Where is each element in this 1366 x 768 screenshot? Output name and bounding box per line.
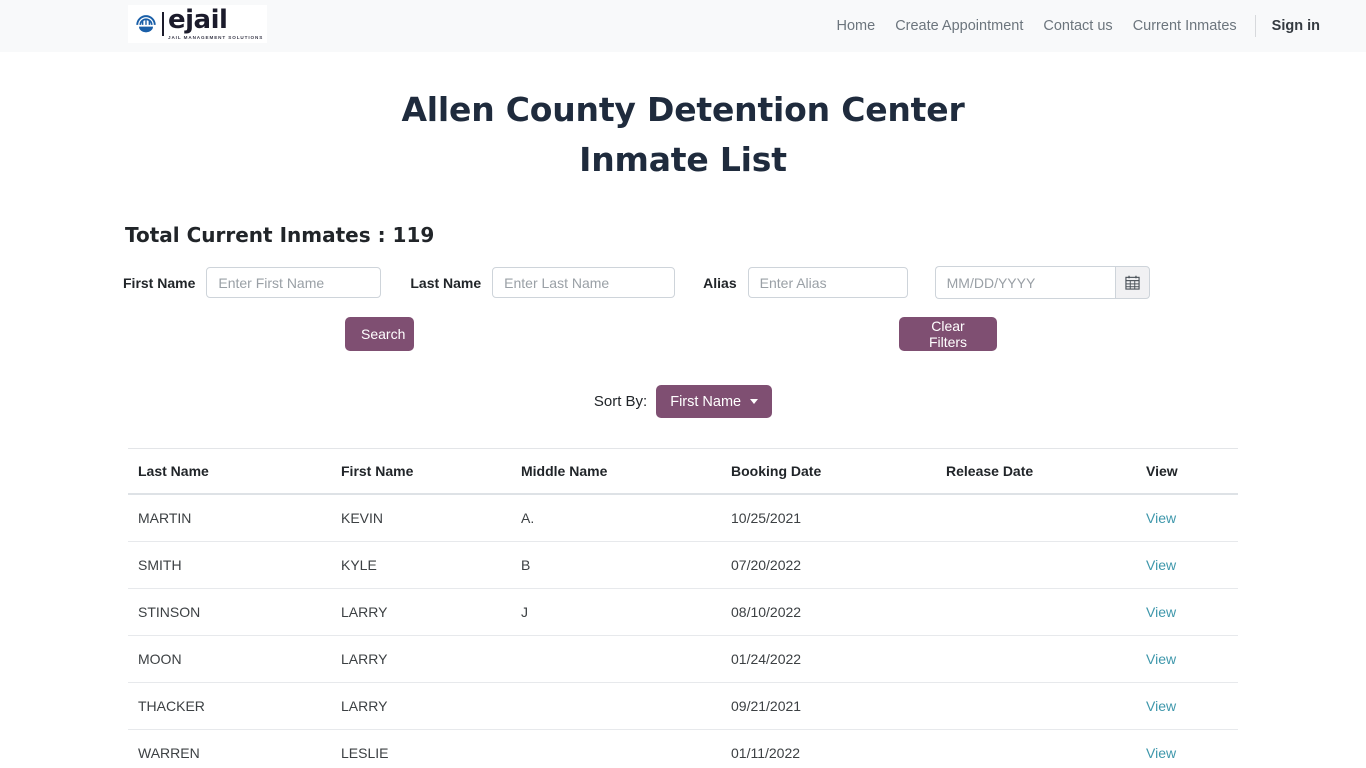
table-header-row: Last Name First Name Middle Name Booking… bbox=[128, 448, 1238, 495]
inmate-table-wrap: Last Name First Name Middle Name Booking… bbox=[128, 448, 1238, 768]
cell-release-date bbox=[938, 588, 1138, 636]
brand-tagline: JAIL MANAGEMENT SOLUTIONS bbox=[168, 35, 264, 40]
column-header-view: View bbox=[1138, 448, 1238, 495]
cell-middle-name: A. bbox=[513, 494, 723, 542]
last-name-label: Last Name bbox=[410, 274, 482, 291]
calendar-picker-button[interactable] bbox=[1114, 266, 1150, 299]
page-title-line-2: Inmate List bbox=[579, 140, 787, 179]
column-header-first-name: First Name bbox=[333, 448, 513, 495]
column-header-booking-date: Booking Date bbox=[723, 448, 938, 495]
cell-view: View bbox=[1138, 682, 1238, 730]
sort-by-selected-value: First Name bbox=[670, 393, 742, 410]
cell-first-name: LESLIE bbox=[333, 729, 513, 768]
cell-middle-name bbox=[513, 635, 723, 683]
view-link[interactable]: View bbox=[1146, 604, 1176, 620]
column-header-middle-name: Middle Name bbox=[513, 448, 723, 495]
page-title: Allen County Detention Center Inmate Lis… bbox=[0, 85, 1366, 185]
inmate-table-body: MARTIN KEVIN A. 10/25/2021 View SMITH KYLE B 07/… bbox=[128, 494, 1238, 768]
sort-row: Sort By: First Name bbox=[123, 385, 1243, 418]
last-name-input[interactable] bbox=[492, 267, 676, 298]
cell-first-name: LARRY bbox=[333, 588, 513, 636]
clear-filters-button[interactable]: Clear Filters bbox=[899, 317, 997, 351]
ejail-logo-icon bbox=[132, 10, 160, 38]
table-row: STINSON LARRY J 08/10/2022 View bbox=[128, 588, 1238, 636]
nav-link-sign-in[interactable]: Sign in bbox=[1262, 10, 1320, 42]
cell-booking-date: 09/21/2021 bbox=[723, 682, 938, 730]
chevron-down-icon bbox=[750, 399, 759, 404]
cell-first-name: KYLE bbox=[333, 541, 513, 589]
cell-last-name: MOON bbox=[128, 635, 333, 683]
brand-logo[interactable]: ejail JAIL MANAGEMENT SOLUTIONS bbox=[128, 5, 268, 43]
nav-divider bbox=[1254, 15, 1256, 37]
cell-booking-date: 01/24/2022 bbox=[723, 635, 938, 683]
cell-release-date bbox=[938, 635, 1138, 683]
cell-release-date bbox=[938, 541, 1138, 589]
page-title-line-1: Allen County Detention Center bbox=[401, 90, 965, 129]
alias-input[interactable] bbox=[747, 267, 908, 298]
cell-last-name: STINSON bbox=[128, 588, 333, 636]
first-name-label: First Name bbox=[123, 274, 196, 291]
nav-links: Home Create Appointment Contact us Curre… bbox=[827, 10, 1351, 42]
cell-middle-name: B bbox=[513, 541, 723, 589]
cell-last-name: MARTIN bbox=[128, 494, 333, 542]
view-link[interactable]: View bbox=[1146, 745, 1176, 761]
cell-middle-name bbox=[513, 682, 723, 730]
view-link[interactable]: View bbox=[1146, 510, 1176, 526]
view-link[interactable]: View bbox=[1146, 698, 1176, 714]
calendar-icon bbox=[1125, 275, 1140, 290]
cell-first-name: LARRY bbox=[333, 682, 513, 730]
cell-release-date bbox=[938, 729, 1138, 768]
cell-first-name: KEVIN bbox=[333, 494, 513, 542]
table-row: MOON LARRY 01/24/2022 View bbox=[128, 635, 1238, 683]
total-inmates-count: Total Current Inmates : 119 bbox=[125, 223, 435, 247]
table-row: WARREN LESLIE 01/11/2022 View bbox=[128, 729, 1238, 768]
top-navbar: ejail JAIL MANAGEMENT SOLUTIONS Home Cre… bbox=[0, 0, 1366, 52]
main-content: Total Current Inmates : 119 First Name L… bbox=[123, 223, 1243, 418]
date-filter-group bbox=[934, 266, 1150, 299]
booking-date-input[interactable] bbox=[934, 266, 1115, 299]
cell-last-name: THACKER bbox=[128, 682, 333, 730]
first-name-input[interactable] bbox=[206, 267, 382, 298]
alias-label: Alias bbox=[703, 274, 737, 291]
cell-view: View bbox=[1138, 541, 1238, 589]
nav-link-create-appointment[interactable]: Create Appointment bbox=[885, 10, 1033, 42]
brand-divider bbox=[162, 12, 164, 36]
table-row: SMITH KYLE B 07/20/2022 View bbox=[128, 541, 1238, 589]
view-link[interactable]: View bbox=[1146, 557, 1176, 573]
cell-view: View bbox=[1138, 588, 1238, 636]
cell-booking-date: 10/25/2021 bbox=[723, 494, 938, 542]
filter-actions: Search Clear Filters bbox=[123, 317, 1243, 351]
sort-by-label: Sort By: bbox=[593, 393, 648, 410]
filter-row: First Name Last Name Alias bbox=[123, 266, 1243, 299]
calendar-icon-svg bbox=[1125, 275, 1140, 290]
nav-link-home[interactable]: Home bbox=[827, 10, 886, 42]
cell-middle-name bbox=[513, 729, 723, 768]
ejail-logo-icon-svg bbox=[136, 15, 156, 33]
search-button[interactable]: Search bbox=[345, 317, 414, 351]
cell-release-date bbox=[938, 682, 1138, 730]
inmate-table: Last Name First Name Middle Name Booking… bbox=[128, 448, 1238, 768]
cell-last-name: WARREN bbox=[128, 729, 333, 768]
column-header-last-name: Last Name bbox=[128, 448, 333, 495]
sort-by-dropdown[interactable]: First Name bbox=[656, 385, 773, 418]
cell-booking-date: 07/20/2022 bbox=[723, 541, 938, 589]
cell-last-name: SMITH bbox=[128, 541, 333, 589]
column-header-release-date: Release Date bbox=[938, 448, 1138, 495]
nav-link-current-inmates[interactable]: Current Inmates bbox=[1123, 10, 1247, 42]
table-row: MARTIN KEVIN A. 10/25/2021 View bbox=[128, 494, 1238, 542]
nav-link-contact-us[interactable]: Contact us bbox=[1033, 10, 1122, 42]
cell-view: View bbox=[1138, 729, 1238, 768]
inmate-table-head: Last Name First Name Middle Name Booking… bbox=[128, 448, 1238, 495]
cell-release-date bbox=[938, 494, 1138, 542]
brand-wordmark: ejail bbox=[168, 5, 228, 35]
view-link[interactable]: View bbox=[1146, 651, 1176, 667]
cell-booking-date: 08/10/2022 bbox=[723, 588, 938, 636]
cell-first-name: LARRY bbox=[333, 635, 513, 683]
cell-view: View bbox=[1138, 635, 1238, 683]
cell-view: View bbox=[1138, 494, 1238, 542]
cell-booking-date: 01/11/2022 bbox=[723, 729, 938, 768]
table-row: THACKER LARRY 09/21/2021 View bbox=[128, 682, 1238, 730]
cell-middle-name: J bbox=[513, 588, 723, 636]
